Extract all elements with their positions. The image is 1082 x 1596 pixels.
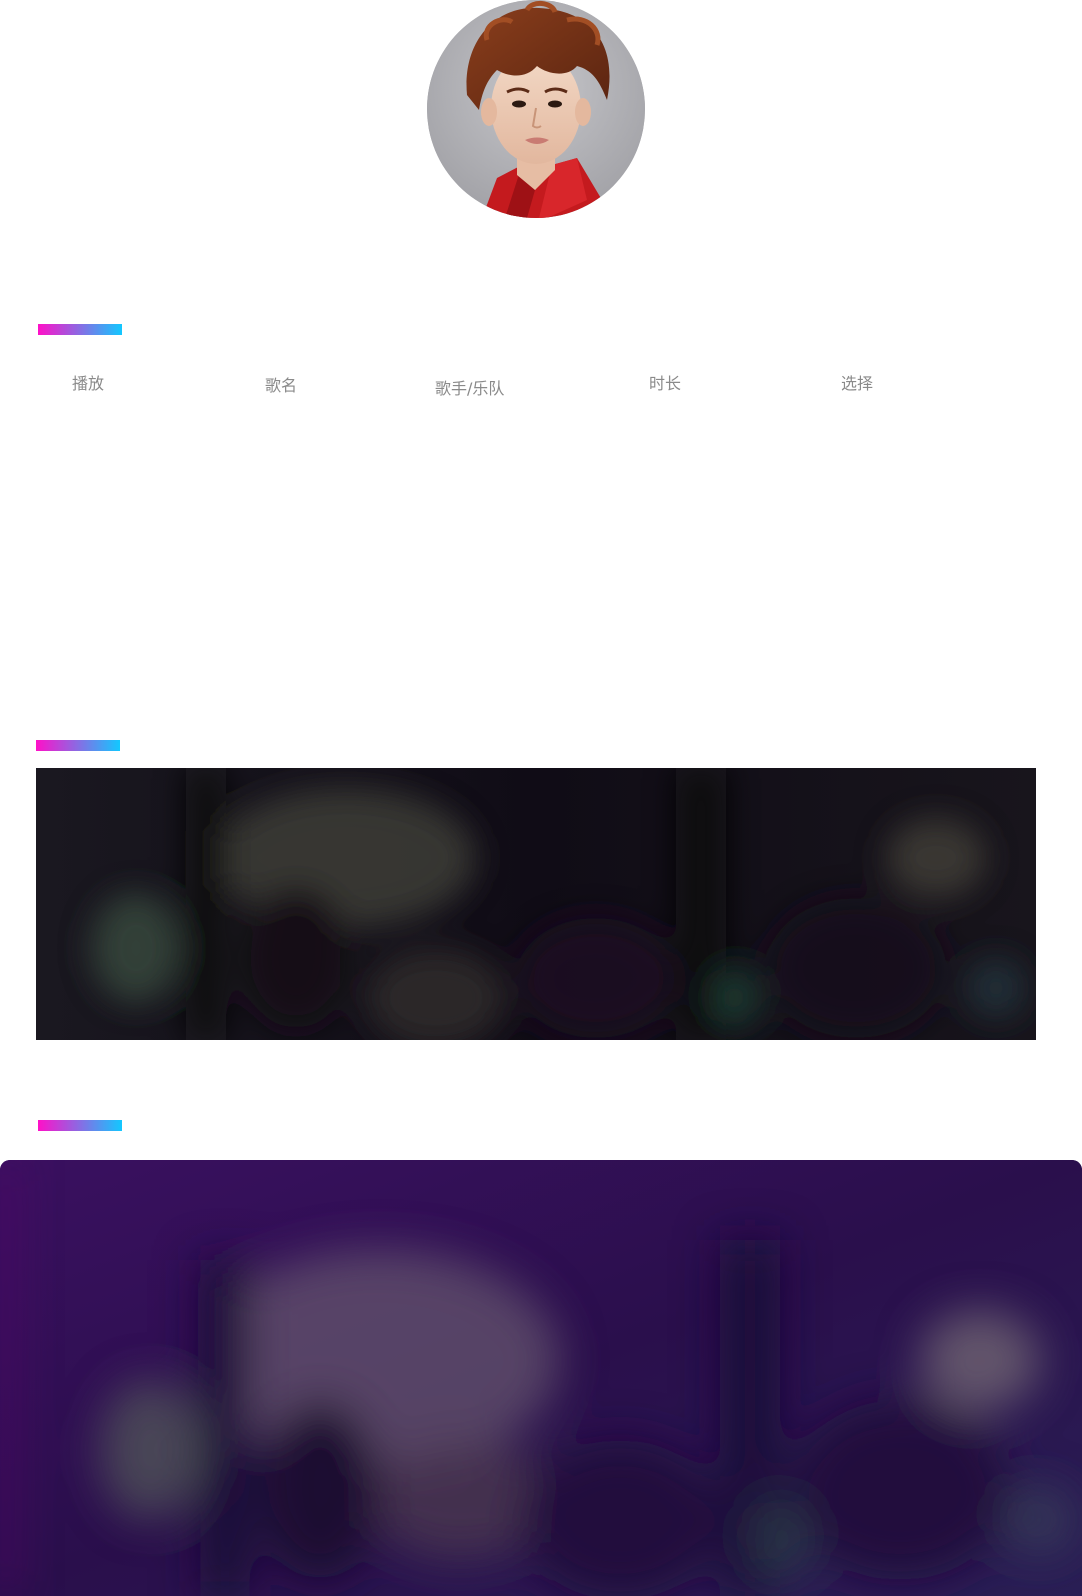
song-list-header: 播放 歌名 歌手/乐队 时长 选择 xyxy=(0,372,1082,400)
column-header-title[interactable]: 歌名 xyxy=(265,374,297,398)
column-header-artist[interactable]: 歌手/乐队 xyxy=(435,377,504,401)
section-marker-songs xyxy=(38,324,122,335)
avatar-portrait-icon xyxy=(427,0,645,218)
concert-crowd-image-icon xyxy=(36,768,1036,1040)
column-header-select[interactable]: 选择 xyxy=(841,372,873,396)
section-marker-videos xyxy=(36,740,120,751)
concert-crowd-image-icon xyxy=(0,1160,1082,1596)
column-header-duration[interactable]: 时长 xyxy=(649,372,681,396)
section-marker-live xyxy=(38,1120,122,1131)
concert-banner-purple[interactable] xyxy=(0,1160,1082,1596)
concert-banner-dark[interactable] xyxy=(36,768,1036,1040)
column-header-play[interactable]: 播放 xyxy=(72,372,104,396)
artist-avatar[interactable] xyxy=(427,0,645,218)
